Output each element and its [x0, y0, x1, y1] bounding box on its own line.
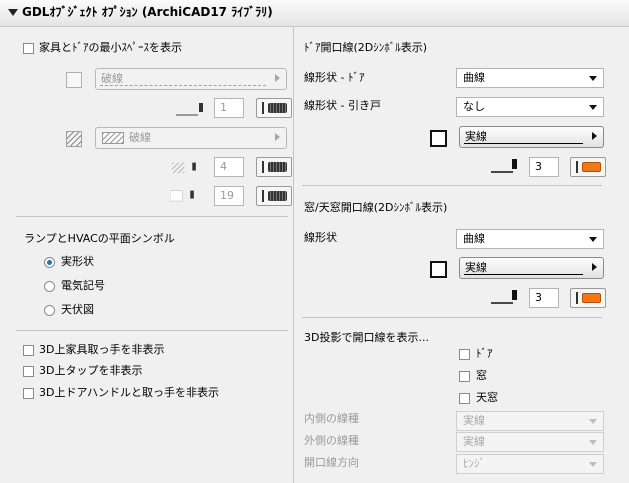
fill-symbol-swatch	[66, 131, 82, 147]
hide-door-handles-label: 3D上ドアハンドルと取っ手を非表示	[39, 386, 220, 399]
chevron-down-icon	[589, 419, 597, 424]
proj-skylight-checkbox[interactable]	[459, 393, 470, 404]
fill-pen-icon	[172, 162, 196, 174]
linetype-arrow-icon	[592, 263, 597, 271]
hatch-preview-icon	[102, 132, 124, 144]
door-shape-dropdown[interactable]: 曲線	[456, 68, 604, 88]
fill-pen-number[interactable]: 4	[214, 157, 244, 177]
outer-linetype-dropdown[interactable]: 実線	[456, 432, 604, 452]
door-section-title: ﾄﾞｱ開口線(2Dｼﾝﾎﾞﾙ表示)	[304, 41, 428, 54]
chevron-down-icon	[589, 440, 597, 445]
window-linetype-button[interactable]: 実線	[459, 257, 604, 279]
hide-furniture-handles-label: 3D上家具取っ手を非表示	[39, 343, 165, 356]
radio-label-real-shape: 実形状	[61, 255, 94, 268]
divider	[302, 185, 602, 186]
linetype-button-1[interactable]: 破線	[95, 68, 287, 90]
proj-window-checkbox[interactable]	[459, 371, 470, 382]
window-shape-dropdown[interactable]: 曲線	[456, 229, 604, 249]
chevron-down-icon	[589, 462, 597, 467]
divider	[16, 330, 288, 331]
min-space-checkbox[interactable]	[23, 43, 34, 54]
proj-door-label: ﾄﾞｱ	[476, 347, 493, 360]
proj-skylight-label: 天窓	[476, 391, 498, 404]
pen-number-1[interactable]: 1	[214, 98, 244, 118]
panel-title: GDLｵﾌﾞｼﾞｪｸﾄ ｵﾌﾟｼｮﾝ (ArchiCAD17 ﾗｲﾌﾞﾗﾘ)	[22, 5, 273, 19]
door-shape-label: 線形状 - ﾄﾞｱ	[304, 71, 365, 84]
radio-ceiling-plan[interactable]	[44, 305, 55, 316]
window-shape-label: 線形状	[304, 231, 337, 244]
sliding-shape-label: 線形状 - 引き戸	[304, 99, 381, 112]
pen-icon	[491, 159, 517, 173]
door-pen-number[interactable]: 3	[529, 157, 559, 177]
chevron-down-icon	[589, 237, 597, 242]
outer-linetype-label: 外側の線種	[304, 434, 359, 447]
fill-button[interactable]: 破線	[95, 127, 287, 149]
divider	[16, 216, 288, 217]
panel-header[interactable]: GDLｵﾌﾞｼﾞｪｸﾄ ｵﾌﾟｼｮﾝ (ArchiCAD17 ﾗｲﾌﾞﾗﾘ)	[0, 0, 629, 27]
min-space-label: 家具とﾄﾞｱの最小ｽﾍﾟｰｽを表示	[39, 41, 182, 54]
hide-taps-label: 3D上タップを非表示	[39, 364, 143, 377]
pen-icon	[176, 103, 203, 116]
hide-door-handles-checkbox[interactable]	[23, 388, 34, 399]
door-linetype-button[interactable]: 実線	[459, 126, 604, 148]
fill-pen-picker[interactable]	[256, 157, 292, 177]
opening-direction-dropdown[interactable]: ﾋﾝｼﾞ	[456, 454, 604, 474]
door-line-symbol	[430, 130, 447, 147]
hide-furniture-handles-checkbox[interactable]	[23, 345, 34, 356]
pen-picker-1[interactable]	[256, 98, 292, 118]
proj-window-label: 窓	[476, 369, 487, 382]
divider	[302, 317, 602, 318]
chevron-down-icon	[589, 105, 597, 110]
bg-pen-number[interactable]: 19	[214, 186, 244, 206]
fill-arrow-icon	[275, 133, 280, 141]
chevron-down-icon	[589, 76, 597, 81]
radio-label-ceiling-plan: 天伏図	[61, 303, 94, 316]
inner-linetype-dropdown[interactable]: 実線	[456, 411, 604, 431]
line-symbol-swatch	[66, 72, 82, 88]
radio-label-electric-symbol: 電気記号	[61, 279, 105, 292]
pen-icon	[491, 290, 517, 304]
radio-real-shape[interactable]	[44, 257, 55, 268]
collapse-triangle-icon[interactable]	[8, 9, 18, 16]
bg-pen-picker[interactable]	[256, 186, 292, 206]
proj-door-checkbox[interactable]	[459, 349, 470, 360]
fill-value: 破線	[129, 131, 151, 144]
radio-electric-symbol[interactable]	[44, 281, 55, 292]
projection-title: 3D投影で開口線を表示...	[304, 331, 429, 344]
hide-taps-checkbox[interactable]	[23, 366, 34, 377]
opening-direction-label: 開口線方向	[304, 456, 359, 469]
door-pen-picker[interactable]	[570, 157, 606, 177]
linetype-arrow-icon	[592, 132, 597, 140]
linetype-arrow-icon	[275, 74, 280, 82]
column-divider	[293, 27, 294, 483]
inner-linetype-label: 内側の線種	[304, 412, 359, 425]
window-line-symbol	[430, 261, 447, 278]
window-pen-number[interactable]: 3	[529, 288, 559, 308]
linetype-value-1: 破線	[101, 72, 123, 85]
window-pen-picker[interactable]	[570, 288, 606, 308]
lamp-hvac-title: ランプとHVACの平面シンボル	[24, 232, 175, 245]
sliding-shape-dropdown[interactable]: なし	[456, 97, 604, 117]
window-section-title: 窓/天窓開口線(2Dｼﾝﾎﾞﾙ表示)	[304, 201, 448, 214]
bg-pen-icon	[170, 190, 194, 202]
